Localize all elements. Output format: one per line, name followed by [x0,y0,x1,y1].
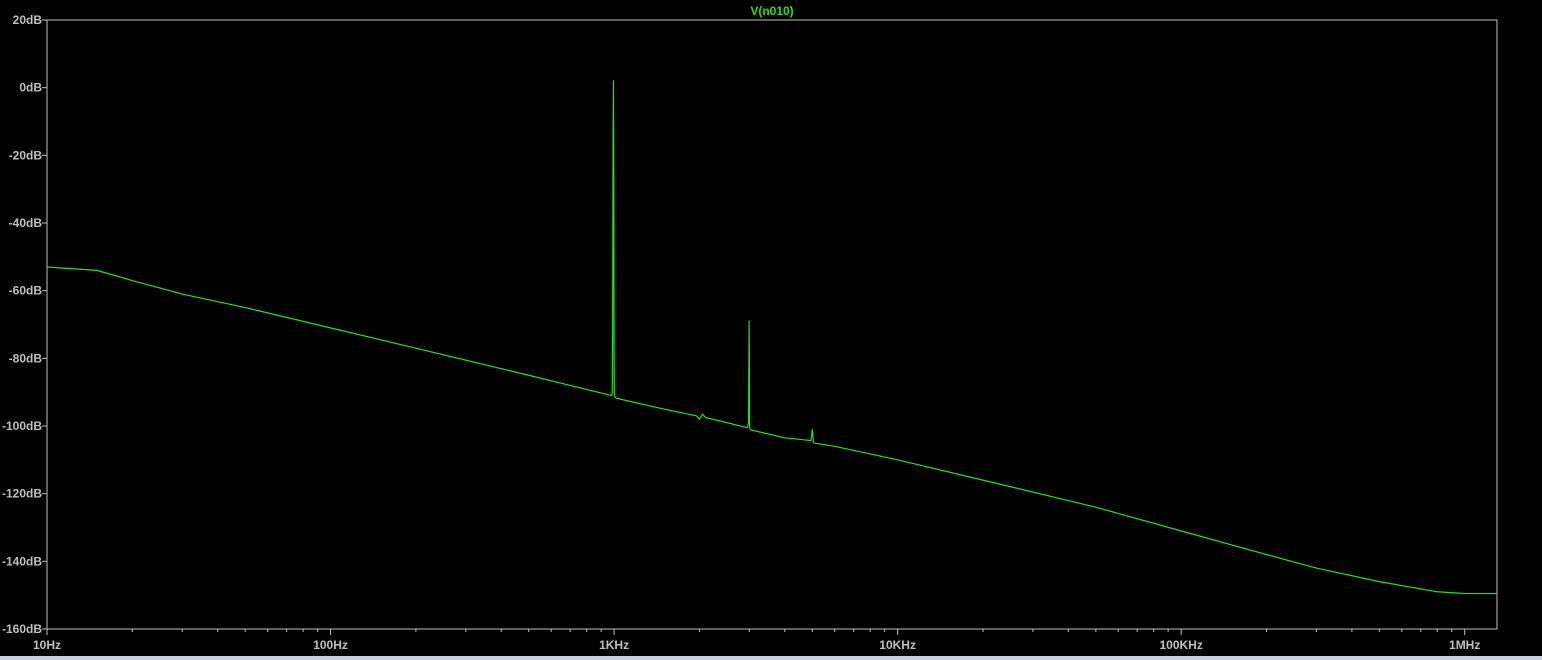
window-bottom-edge [0,656,1542,660]
x-tick-label: 1MHz [1449,638,1480,652]
y-tick-label: 0dB [19,81,42,95]
y-tick-label: -20dB [9,148,43,162]
x-tick-label: 10KHz [879,638,916,652]
y-tick-label: -80dB [9,351,43,365]
y-tick-label: 20dB [13,13,43,27]
x-tick-label: 1KHz [599,638,629,652]
y-tick-label: -100dB [2,419,42,433]
y-tick-label: -120dB [2,487,42,501]
trace-title[interactable]: V(n010) [750,4,793,18]
y-tick-label: -140dB [2,554,42,568]
y-tick-label: -40dB [9,216,43,230]
y-tick-label: -160dB [2,622,42,636]
plot-window: 20dB 0dB -20dB -40dB -60dB -80dB -100dB -120dB -… [0,0,1542,660]
spectrum-plot[interactable]: 20dB 0dB -20dB -40dB -60dB -80dB -100dB -120dB -… [0,0,1542,660]
x-tick-label: 100KHz [1159,638,1202,652]
y-tick-label: -60dB [9,284,43,298]
x-tick-label: 100Hz [313,638,348,652]
x-tick-label: 10Hz [33,638,61,652]
plot-background [0,0,1542,660]
